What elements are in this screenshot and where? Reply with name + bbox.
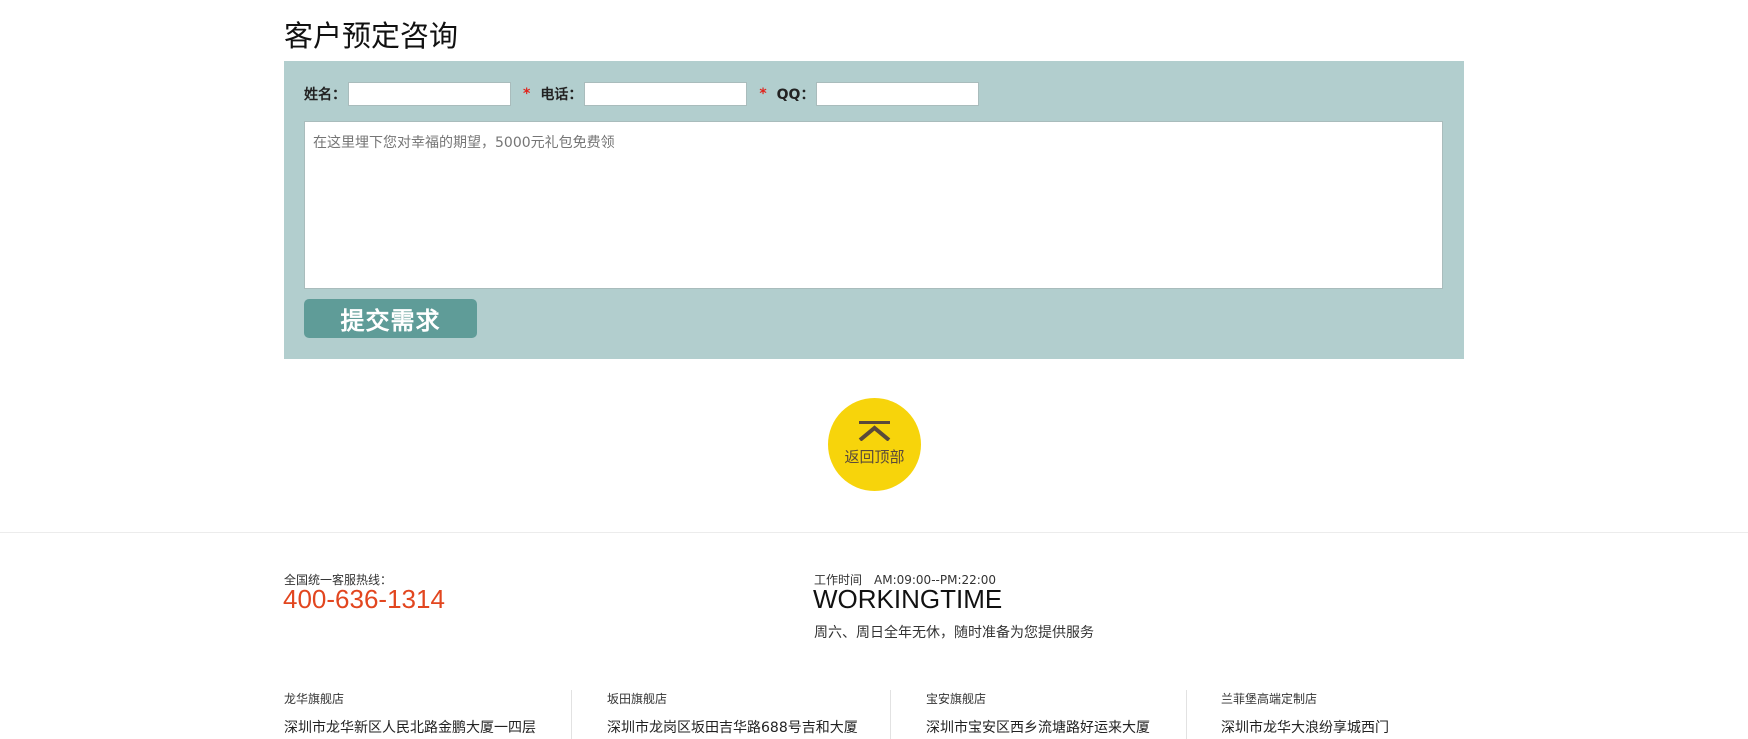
phone-label: 电话： [540, 87, 583, 103]
store-item: 龙华旗舰店 深圳市龙华新区人民北路金鹏大厦一四层 [284, 690, 536, 737]
store-divider [890, 690, 891, 739]
back-to-top-button[interactable]: 返回顶部 [828, 398, 921, 491]
store-item: 坂田旗舰店 深圳市龙岗区坂田吉华路688号吉和大厦 [607, 690, 858, 737]
store-address: 深圳市龙华大浪纷享城西门 [1221, 720, 1389, 736]
store-name: 坂田旗舰店 [607, 692, 668, 706]
qq-input[interactable] [816, 82, 980, 106]
name-required-mark: * [523, 86, 531, 102]
store-divider [1186, 690, 1187, 739]
store-name: 兰菲堡高端定制店 [1221, 692, 1318, 706]
store-item: 宝安旗舰店 深圳市宝安区西乡流塘路好运来大厦 [926, 690, 1150, 737]
store-address: 深圳市龙岗区坂田吉华路688号吉和大厦 [607, 720, 858, 736]
footer-divider [0, 532, 1748, 533]
store-name: 龙华旗舰店 [284, 692, 345, 706]
hotline-number: 400-636-1314 [283, 584, 445, 614]
working-time-title: WORKINGTIME [813, 584, 1003, 614]
store-address: 深圳市宝安区西乡流塘路好运来大厦 [926, 720, 1150, 736]
store-item: 兰菲堡高端定制店 深圳市龙华大浪纷享城西门 [1221, 690, 1389, 737]
phone-required-mark: * [759, 86, 767, 102]
chevron-up-icon [858, 421, 891, 441]
working-time-description: 周六、周日全年无休，随时准备为您提供服务 [814, 625, 1094, 641]
message-textarea[interactable] [304, 121, 1443, 289]
store-divider [571, 690, 572, 739]
store-name: 宝安旗舰店 [926, 692, 987, 706]
phone-input[interactable] [584, 82, 748, 106]
qq-label: QQ： [776, 87, 815, 103]
back-to-top-label: 返回顶部 [844, 448, 905, 466]
submit-button[interactable]: 提交需求 [304, 299, 477, 338]
name-input[interactable] [348, 82, 511, 106]
reservation-form: 姓名： * 电话： * QQ： 提交需求 [284, 61, 1464, 359]
store-address: 深圳市龙华新区人民北路金鹏大厦一四层 [284, 720, 536, 736]
form-title: 客户预定咨询 [284, 19, 459, 53]
contact-fields-row: 姓名： * 电话： * QQ： [304, 81, 980, 107]
name-label: 姓名： [304, 87, 346, 103]
